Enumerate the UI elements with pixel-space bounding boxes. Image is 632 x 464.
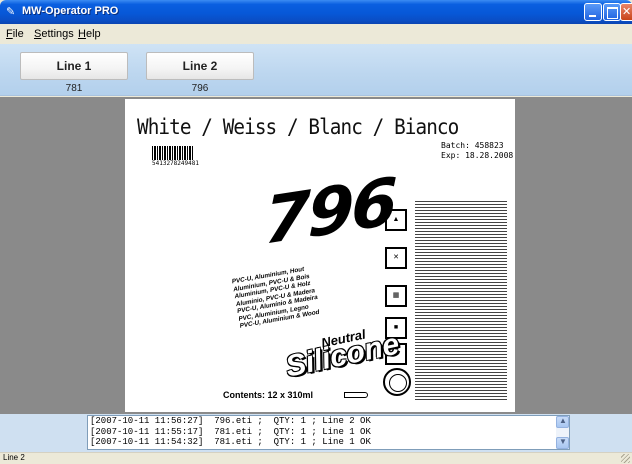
irritant-icon: ✕ bbox=[385, 247, 407, 269]
menu-file[interactable]: File bbox=[6, 28, 24, 40]
menu-help[interactable]: Help bbox=[78, 28, 101, 40]
log-entry: [2007-10-11 11:55:17] 781.eti ; QTY: 1 ;… bbox=[90, 426, 371, 437]
expiry-date: Exp: 18.28.2008 bbox=[441, 151, 514, 160]
label-preview: White / Weiss / Blanc / Bianco 541327824… bbox=[125, 99, 515, 412]
minimize-button[interactable] bbox=[584, 3, 602, 21]
batch-number: Batch: 458823 bbox=[441, 141, 504, 150]
hazard-icon: ▲ bbox=[385, 209, 407, 231]
line-2-count: 796 bbox=[191, 83, 209, 94]
log-panel: [2007-10-11 11:56:27] 796.eti ; QTY: 1 ;… bbox=[0, 414, 632, 452]
close-button[interactable] bbox=[620, 3, 632, 21]
status-text: Line 2 bbox=[3, 453, 25, 462]
title-bar: ✎ MW-Operator PRO bbox=[0, 0, 632, 24]
menu-bar: File Settings Help bbox=[0, 24, 632, 44]
contents-label: Contents: 12 x 310ml bbox=[223, 390, 314, 400]
label-preview-area: White / Weiss / Blanc / Bianco 541327824… bbox=[0, 97, 632, 414]
compatibility-list: PVC-U, Aluminium, Hout Aluminium, PVC-U … bbox=[231, 256, 366, 330]
batch-info: Batch: 458823 Exp: 18.28.2008 bbox=[441, 141, 513, 161]
product-number: 796 bbox=[263, 163, 396, 260]
barcode-number: 5413278249481 bbox=[152, 160, 199, 167]
log-list[interactable]: [2007-10-11 11:56:27] 796.eti ; QTY: 1 ;… bbox=[87, 415, 570, 450]
tube-icon bbox=[344, 392, 368, 398]
log-entry: [2007-10-11 11:54:32] 781.eti ; QTY: 1 ;… bbox=[90, 437, 371, 448]
scroll-up-icon[interactable] bbox=[556, 416, 569, 428]
maximize-button[interactable] bbox=[603, 3, 621, 21]
menu-settings[interactable]: Settings bbox=[34, 28, 74, 40]
line-1-count: 781 bbox=[65, 83, 83, 94]
line-1-button[interactable]: Line 1 bbox=[20, 52, 128, 80]
status-bar: Line 2 bbox=[0, 452, 632, 464]
log-scrollbar[interactable] bbox=[556, 416, 569, 449]
certification-icon: ▦ bbox=[385, 285, 407, 307]
barcode bbox=[152, 146, 194, 160]
line-selector-bar: Line 1 781 Line 2 796 bbox=[0, 44, 632, 96]
seal-icon bbox=[383, 368, 411, 396]
window-title: MW-Operator PRO bbox=[22, 5, 119, 17]
label-heading: White / Weiss / Blanc / Bianco bbox=[137, 115, 459, 139]
line-2-button[interactable]: Line 2 bbox=[146, 52, 254, 80]
resize-grip-icon[interactable] bbox=[621, 454, 630, 463]
app-icon: ✎ bbox=[6, 6, 16, 18]
log-entry: [2007-10-11 11:56:27] 796.eti ; QTY: 1 ;… bbox=[90, 416, 371, 426]
manufacturer-block bbox=[415, 169, 507, 201]
instructions-text bbox=[415, 169, 507, 401]
scroll-down-icon[interactable] bbox=[556, 437, 569, 449]
